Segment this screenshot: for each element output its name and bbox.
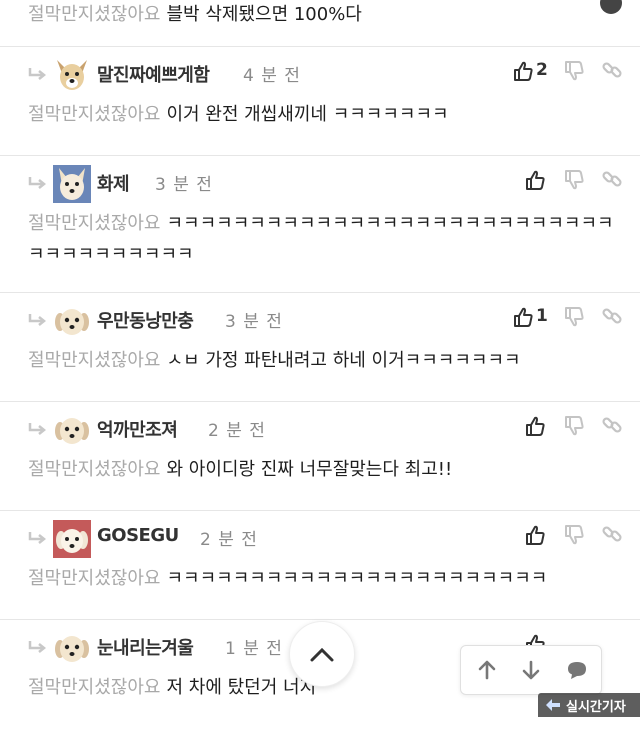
link-icon[interactable] — [601, 523, 623, 545]
reply-text: 와 아이디랑 진짜 너무잘맞는다 최고!! — [166, 459, 453, 480]
thumbs-up-icon — [526, 525, 545, 545]
reply-body: 절막만지셨잖아요 ㅋㅋㅋㅋㅋㅋㅋㅋㅋㅋㅋㅋㅋㅋㅋㅋㅋㅋㅋㅋㅋㅋㅋㅋㅋㅋㅋㅋㅋㅋㅋㅋ… — [0, 208, 640, 270]
avatar[interactable] — [53, 56, 91, 94]
reply-item: GOSEGU 2 분 전 절막만지셨잖아요 ㅋㅋㅋㅋㅋㅋㅋㅋㅋㅋㅋㅋㅋㅋㅋㅋㅋㅋㅋ… — [0, 511, 640, 620]
scroll-top-button[interactable] — [289, 621, 355, 687]
thumbs-up-icon — [526, 170, 545, 190]
reply-text: ㅋㅋㅋㅋㅋㅋㅋㅋㅋㅋㅋㅋㅋㅋㅋㅋㅋㅋㅋㅋㅋㅋㅋ — [166, 568, 548, 589]
link-icon[interactable] — [601, 305, 623, 327]
timestamp: 2 분 전 — [200, 530, 258, 550]
chevron-up-icon — [310, 647, 334, 662]
watermark: 실시간기자 — [538, 693, 640, 717]
reply-arrow-icon — [28, 423, 46, 435]
author-name[interactable]: 우만동낭만충 — [97, 307, 194, 333]
author-name[interactable]: 눈내리는겨울 — [97, 634, 194, 660]
comment-item: 절막만지셨잖아요 블박 삭제됐으면 100%다 — [0, 0, 640, 47]
mention-username[interactable]: 절막만지셨잖아요 — [28, 459, 160, 480]
thumbs-up-icon — [514, 61, 533, 81]
reply-text: ㅅㅂ 가정 파탄내려고 하네 이거ㅋㅋㅋㅋㅋㅋㅋ — [166, 350, 521, 371]
timestamp: 4 분 전 — [243, 66, 301, 86]
comment-body: 절막만지셨잖아요 블박 삭제됐으면 100%다 — [0, 0, 640, 30]
reply-item: 우만동낭만충 3 분 전 1 절막만지셨잖아요 ㅅㅂ 가정 파탄내려고 하네 이거… — [0, 293, 640, 402]
reply-arrow-icon — [28, 641, 46, 653]
reply-text: 이거 완전 개씹새끼네 ㅋㅋㅋㅋㅋㅋㅋ — [166, 104, 449, 125]
arrow-up-icon[interactable] — [475, 658, 499, 682]
floating-nav — [460, 645, 602, 695]
reply-body: 절막만지셨잖아요 ㅋㅋㅋㅋㅋㅋㅋㅋㅋㅋㅋㅋㅋㅋㅋㅋㅋㅋㅋㅋㅋㅋㅋ — [0, 563, 640, 594]
reply-body: 절막만지셨잖아요 이거 완전 개씹새끼네 ㅋㅋㅋㅋㅋㅋㅋ — [0, 99, 640, 130]
author-name[interactable]: 화제 — [97, 170, 130, 196]
mention-username[interactable]: 절막만지셨잖아요 — [28, 213, 160, 234]
link-icon[interactable] — [601, 59, 623, 81]
mention-username[interactable]: 절막만지셨잖아요 — [28, 104, 160, 125]
watermark-text: 실시간기자 — [566, 700, 626, 715]
thumbs-up-icon — [514, 307, 533, 327]
author-name[interactable]: GOSEGU — [97, 525, 179, 546]
reply-item: 말진짜예쁘게함 4 분 전 2 절막만지셨잖아요 이거 완전 개씹새끼네 ㅋㅋㅋㅋ… — [0, 47, 640, 156]
reply-arrow-icon — [28, 532, 46, 544]
reply-arrow-icon — [28, 314, 46, 326]
avatar[interactable] — [53, 520, 91, 558]
author-name[interactable]: 억까만조져 — [97, 416, 178, 442]
like-count: 2 — [536, 60, 548, 80]
comment-text: 블박 삭제됐으면 100%다 — [166, 4, 362, 25]
like-count: 1 — [536, 306, 548, 326]
mention-username[interactable]: 절막만지셨잖아요 — [28, 677, 160, 698]
reply-item: 화제 3 분 전 절막만지셨잖아요 ㅋㅋㅋㅋㅋㅋㅋㅋㅋㅋㅋㅋㅋㅋㅋㅋㅋㅋㅋㅋㅋㅋㅋ… — [0, 156, 640, 293]
mention-username[interactable]: 절막만지셨잖아요 — [28, 350, 160, 371]
timestamp: 3 분 전 — [155, 175, 213, 195]
arrow-down-icon[interactable] — [519, 658, 543, 682]
reply-arrow-icon — [28, 177, 46, 189]
author-name[interactable]: 말진짜예쁘게함 — [97, 61, 210, 87]
mention-username[interactable]: 절막만지셨잖아요 — [28, 568, 160, 589]
avatar[interactable] — [53, 629, 91, 667]
thumbs-down-icon[interactable] — [563, 60, 585, 82]
thumbs-up-icon — [526, 416, 545, 436]
link-icon[interactable] — [601, 414, 623, 436]
avatar[interactable] — [53, 411, 91, 449]
reply-item: 억까만조져 2 분 전 절막만지셨잖아요 와 아이디랑 진짜 너무잘맞는다 최고!… — [0, 402, 640, 511]
avatar[interactable] — [53, 302, 91, 340]
watermark-logo-icon — [546, 699, 560, 711]
timestamp: 2 분 전 — [208, 421, 266, 441]
mention-username[interactable]: 절막만지셨잖아요 — [28, 4, 160, 25]
timestamp: 1 분 전 — [225, 639, 283, 659]
reply-arrow-icon — [28, 68, 46, 80]
thumbs-down-icon[interactable] — [563, 415, 585, 437]
avatar[interactable] — [53, 165, 91, 203]
reply-body: 절막만지셨잖아요 ㅅㅂ 가정 파탄내려고 하네 이거ㅋㅋㅋㅋㅋㅋㅋ — [0, 345, 640, 376]
comment-bubble-icon[interactable] — [565, 658, 589, 682]
reply-body: 절막만지셨잖아요 와 아이디랑 진짜 너무잘맞는다 최고!! — [0, 454, 640, 485]
thumbs-down-icon[interactable] — [563, 524, 585, 546]
link-icon[interactable] — [601, 168, 623, 190]
timestamp: 3 분 전 — [225, 312, 283, 332]
thumbs-down-icon[interactable] — [563, 169, 585, 191]
thumbs-down-icon[interactable] — [563, 306, 585, 328]
